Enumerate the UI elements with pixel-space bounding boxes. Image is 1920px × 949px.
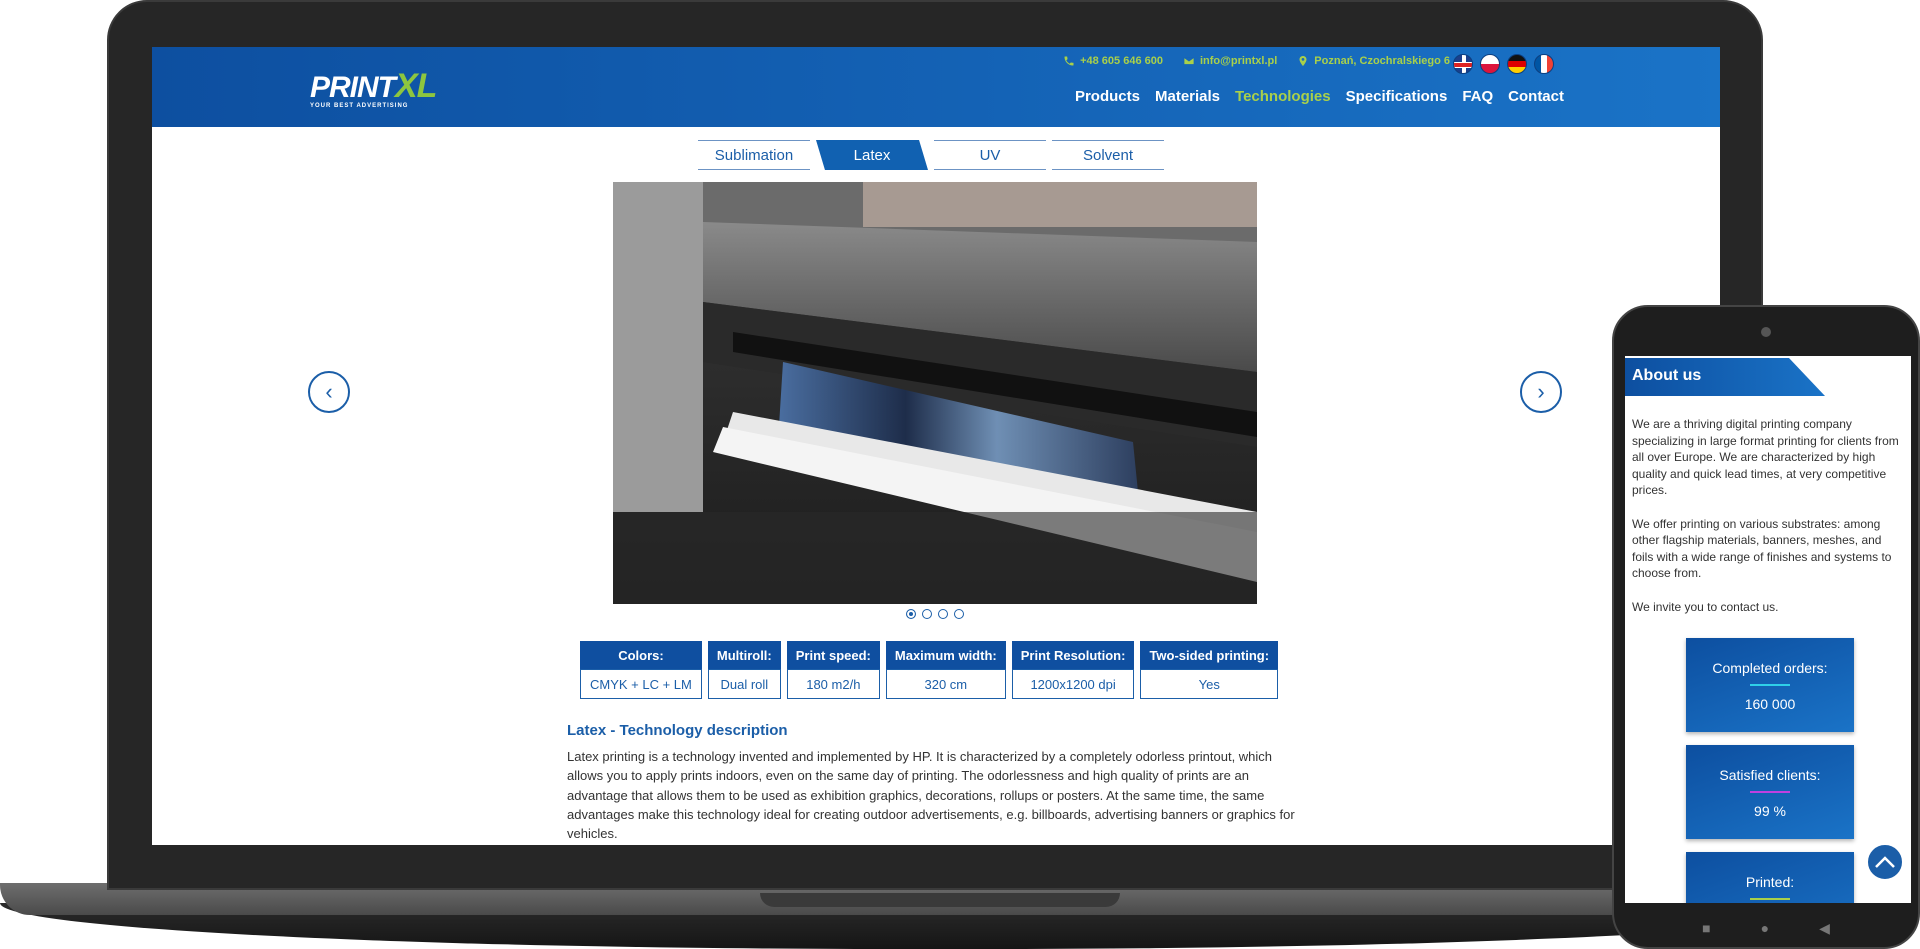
laptop-notch <box>760 893 1120 907</box>
tab-uv[interactable]: UV <box>934 140 1046 170</box>
spec-label: Colors: <box>580 641 702 669</box>
stat-divider <box>1750 791 1790 793</box>
nav-materials[interactable]: Materials <box>1155 88 1220 105</box>
stat-value: 99 % <box>1754 803 1786 819</box>
about-us-text: We are a thriving digital printing compa… <box>1632 416 1906 632</box>
stat-printed: Printed: <box>1686 852 1854 903</box>
scroll-to-top-button[interactable] <box>1866 843 1904 881</box>
spec-value: Dual roll <box>707 669 781 699</box>
carousel-dot[interactable] <box>906 609 916 619</box>
phone-nav-bar: ■ ● ◀ <box>1614 920 1918 937</box>
stat-satisfied-clients: Satisfied clients: 99 % <box>1686 745 1854 839</box>
phone-number: +48 605 646 600 <box>1080 55 1163 67</box>
about-us-heading: About us <box>1625 358 1825 396</box>
spec-value: Yes <box>1140 669 1279 699</box>
chevron-left-icon: ‹ <box>325 379 333 404</box>
spec-label: Multiroll: <box>707 641 781 669</box>
square-icon[interactable]: ■ <box>1702 920 1710 937</box>
phone-camera <box>1761 327 1771 337</box>
spec-label: Print Resolution: <box>1011 641 1135 669</box>
nav-products[interactable]: Products <box>1075 88 1140 105</box>
carousel-image <box>613 182 1257 604</box>
carousel-prev-button[interactable]: ‹ <box>308 371 350 413</box>
fr-flag-icon[interactable] <box>1534 54 1554 74</box>
stat-label: Completed orders: <box>1712 660 1828 676</box>
de-flag-icon[interactable] <box>1507 54 1527 74</box>
about-paragraph: We offer printing on various substrates:… <box>1632 516 1892 581</box>
contact-email[interactable]: info@printxl.pl <box>1183 55 1277 67</box>
chevron-right-icon: › <box>1537 379 1545 404</box>
spec-multiroll: Multiroll: Dual roll <box>707 641 781 699</box>
back-triangle-icon[interactable]: ◀ <box>1819 920 1830 937</box>
description-body: Latex printing is a technology invented … <box>567 749 1295 842</box>
address-text: Poznań, Czochralskiego 6 <box>1314 55 1450 67</box>
stat-label: Satisfied clients: <box>1719 767 1821 783</box>
nav-faq[interactable]: FAQ <box>1462 88 1493 105</box>
spec-two-sided: Two-sided printing: Yes <box>1140 641 1279 699</box>
logo-xl-text: XL <box>395 67 437 105</box>
spec-print-speed: Print speed: 180 m2/h <box>786 641 880 699</box>
logo-tagline: YOUR BEST ADVERTISING <box>310 103 409 109</box>
nav-specifications[interactable]: Specifications <box>1346 88 1448 105</box>
nav-technologies[interactable]: Technologies <box>1235 88 1331 105</box>
carousel-dots <box>906 609 964 619</box>
site-logo[interactable]: PRINTXL YOUR BEST ADVERTISING <box>310 69 437 109</box>
spec-label: Maximum width: <box>885 641 1006 669</box>
chevron-up-icon <box>1875 856 1895 868</box>
spec-max-width: Maximum width: 320 cm <box>885 641 1006 699</box>
tab-latex[interactable]: Latex <box>816 140 928 170</box>
spec-value: CMYK + LC + LM <box>580 669 702 699</box>
stat-divider <box>1750 898 1790 900</box>
main-nav: Products Materials Technologies Specific… <box>1075 88 1564 105</box>
tab-solvent[interactable]: Solvent <box>1052 140 1164 170</box>
printer-photo <box>613 182 1257 604</box>
logo-print-text: PRINT <box>310 71 396 104</box>
spec-value: 180 m2/h <box>786 669 880 699</box>
map-pin-icon <box>1299 56 1307 66</box>
about-paragraph: We are a thriving digital printing compa… <box>1632 417 1899 498</box>
tab-sublimation[interactable]: Sublimation <box>698 140 810 170</box>
spec-value: 1200x1200 dpi <box>1011 669 1135 699</box>
contact-address[interactable]: Poznań, Czochralskiego 6 <box>1297 55 1450 67</box>
technology-tabs: Sublimation Latex UV Solvent <box>698 140 1164 170</box>
contact-bar: +48 605 646 600 info@printxl.pl Poznań, … <box>1063 55 1450 67</box>
site-header: PRINTXL YOUR BEST ADVERTISING +48 605 64… <box>152 47 1720 127</box>
email-address: info@printxl.pl <box>1199 55 1278 67</box>
spec-value: 320 cm <box>885 669 1006 699</box>
pl-flag-icon[interactable] <box>1480 54 1500 74</box>
stat-label: Printed: <box>1745 874 1795 890</box>
carousel-next-button[interactable]: › <box>1520 371 1562 413</box>
spec-colors: Colors: CMYK + LC + LM <box>580 641 702 699</box>
spec-label: Print speed: <box>786 641 880 669</box>
envelope-icon <box>1183 57 1195 65</box>
mockup-stage: PRINTXL YOUR BEST ADVERTISING +48 605 64… <box>0 0 1920 949</box>
carousel-dot[interactable] <box>922 609 932 619</box>
stat-value: 160 000 <box>1744 696 1796 712</box>
language-switcher <box>1453 54 1554 74</box>
en-flag-icon[interactable] <box>1453 54 1473 74</box>
contact-phone[interactable]: +48 605 646 600 <box>1063 55 1163 67</box>
carousel-dot[interactable] <box>938 609 948 619</box>
spec-table: Colors: CMYK + LC + LM Multiroll: Dual r… <box>580 641 1279 699</box>
stat-completed-orders: Completed orders: 160 000 <box>1686 638 1854 732</box>
circle-icon[interactable]: ● <box>1761 920 1769 937</box>
phone-screen: About us We are a thriving digital print… <box>1625 356 1911 903</box>
laptop-screen: PRINTXL YOUR BEST ADVERTISING +48 605 64… <box>152 47 1720 845</box>
description-title: Latex - Technology description <box>567 722 788 739</box>
about-paragraph: We invite you to contact us. <box>1632 599 1779 614</box>
stat-divider <box>1750 684 1790 686</box>
spec-label: Two-sided printing: <box>1140 641 1279 669</box>
nav-contact[interactable]: Contact <box>1508 88 1564 105</box>
spec-resolution: Print Resolution: 1200x1200 dpi <box>1011 641 1135 699</box>
phone-icon <box>1064 56 1074 66</box>
carousel-dot[interactable] <box>954 609 964 619</box>
